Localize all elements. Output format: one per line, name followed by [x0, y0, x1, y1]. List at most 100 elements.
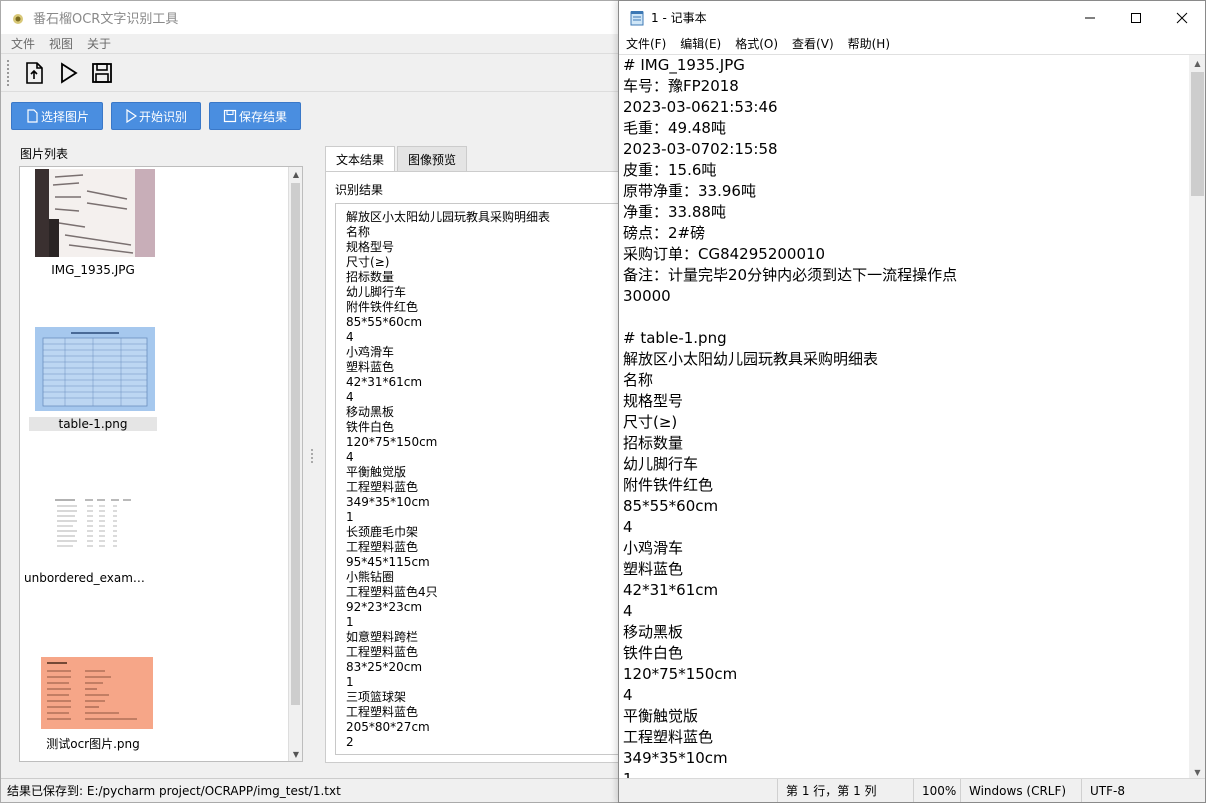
- notepad-text-line: 铁件白色: [623, 644, 684, 662]
- result-line: 附件铁件红色: [346, 300, 419, 314]
- menu-help[interactable]: 帮助(H): [848, 35, 890, 52]
- notepad-text-line: 附件铁件红色: [623, 476, 714, 494]
- scroll-up-arrow-icon[interactable]: ▲: [1189, 55, 1205, 72]
- menu-view[interactable]: 视图: [49, 35, 73, 52]
- result-line: 1: [346, 510, 354, 524]
- status-encoding: UTF-8: [1081, 778, 1205, 802]
- notepad-text-line: 30000: [623, 287, 671, 305]
- image-list-item[interactable]: 测试ocr图片.png: [29, 657, 157, 752]
- notepad-text-line: 磅点：2#磅: [623, 224, 706, 242]
- result-line: 尺寸(≥): [346, 255, 390, 269]
- menu-file[interactable]: 文件: [11, 35, 35, 52]
- notepad-text-line: 移动黑板: [623, 623, 684, 641]
- notepad-text-line: 毛重：49.48吨: [623, 119, 726, 137]
- image-list-scrollbar[interactable]: ▲ ▼: [288, 167, 302, 761]
- status-spacer: [619, 779, 777, 803]
- result-line: 349*35*10cm: [346, 495, 430, 509]
- close-button[interactable]: [1159, 1, 1205, 34]
- notepad-text-line: 招标数量: [623, 434, 684, 452]
- menu-view[interactable]: 查看(V): [792, 35, 834, 52]
- image-list-item-selected[interactable]: table-1.png: [29, 327, 157, 431]
- action-button-row: 选择图片 开始识别 保存结果: [11, 102, 309, 130]
- notepad-text-line: 车号：豫FP2018: [623, 77, 739, 95]
- notepad-status-bar: 第 1 行，第 1 列 100% Windows (CRLF) UTF-8: [619, 778, 1205, 803]
- notepad-text-line: # table-1.png: [623, 329, 727, 347]
- play-icon: [61, 61, 78, 84]
- close-icon: [1176, 12, 1188, 23]
- menu-format[interactable]: 格式(O): [735, 35, 778, 52]
- result-line: 平衡触觉版: [346, 465, 407, 479]
- save-tool-button[interactable]: [87, 58, 117, 88]
- play-icon: [126, 109, 137, 123]
- image-list-item[interactable]: unbordered_exampl...: [24, 485, 153, 585]
- image-list[interactable]: IMG_1935.JPG table-1.png unbordered_exam…: [19, 166, 303, 762]
- menu-file[interactable]: 文件(F): [626, 35, 666, 52]
- result-line: 95*45*115cm: [346, 555, 430, 569]
- notepad-text-line: 2023-03-0702:15:58: [623, 140, 778, 158]
- notepad-editor: # IMG_1935.JPG 车号：豫FP2018 2023-03-0621:53:…: [619, 54, 1205, 781]
- notepad-text-line: 幼儿脚行车: [623, 455, 699, 473]
- tab-text-result[interactable]: 文本结果: [325, 146, 396, 172]
- notepad-text-line: # IMG_1935.JPG: [623, 56, 745, 74]
- minimize-button[interactable]: [1067, 1, 1113, 34]
- menu-edit[interactable]: 编辑(E): [680, 35, 721, 52]
- save-result-button[interactable]: 保存结果: [209, 102, 301, 130]
- result-line: 工程塑料蓝色: [346, 480, 419, 494]
- notepad-text-line: 净重：33.88吨: [623, 203, 726, 221]
- notepad-text-line: [623, 307, 1189, 328]
- result-line: 85*55*60cm: [346, 315, 423, 329]
- notepad-text-line: 2023-03-0621:53:46: [623, 98, 778, 116]
- result-line: 92*23*23cm: [346, 600, 423, 614]
- notepad-text-line: 采购订单：CG84295200010: [623, 245, 826, 263]
- notepad-text-line: 备注：计量完毕20分钟内必须到达下一流程操作点: [623, 266, 958, 284]
- menu-about[interactable]: 关于: [87, 35, 111, 52]
- save-result-label: 保存结果: [238, 109, 287, 124]
- result-line: 招标数量: [346, 270, 395, 284]
- orange-list-thumbnail: [41, 657, 153, 729]
- notepad-scrollbar[interactable]: ▲ ▼: [1189, 55, 1205, 781]
- splitter-handle[interactable]: [311, 449, 317, 463]
- open-file-icon: [26, 61, 43, 84]
- scrollbar-thumb[interactable]: [291, 183, 300, 705]
- select-image-button[interactable]: 选择图片: [11, 102, 103, 130]
- scroll-down-arrow-icon[interactable]: ▼: [289, 747, 303, 761]
- result-line: 83*25*20cm: [346, 660, 423, 674]
- result-label: 识别结果: [335, 183, 384, 197]
- open-file-tool-button[interactable]: [19, 58, 49, 88]
- notepad-text-line: 工程塑料蓝色: [623, 728, 714, 746]
- result-line: 120*75*150cm: [346, 435, 438, 449]
- image-name: unbordered_exampl...: [24, 571, 152, 585]
- ocr-titlebar[interactable]: 番石榴OCR文字识别工具: [1, 1, 619, 34]
- result-line: 小熊钻圈: [346, 570, 395, 584]
- save-icon: [92, 62, 112, 83]
- image-list-label: 图片列表: [20, 147, 69, 161]
- toolbar-grip[interactable]: [7, 59, 11, 86]
- image-list-item[interactable]: IMG_1935.JPG: [29, 169, 157, 277]
- notepad-text-line: 85*55*60cm: [623, 497, 719, 515]
- notepad-icon: [630, 10, 644, 25]
- maximize-button[interactable]: [1113, 1, 1159, 34]
- receipt-photo-thumbnail: [35, 169, 155, 257]
- result-line: 如意塑料跨栏: [346, 630, 419, 644]
- notepad-text-line: 解放区小太阳幼儿园玩教具采购明细表: [623, 350, 879, 368]
- scrollbar-thumb[interactable]: [1191, 72, 1204, 196]
- result-line: 解放区小太阳幼儿园玩教具采购明细表: [346, 210, 551, 224]
- scroll-up-arrow-icon[interactable]: ▲: [289, 167, 303, 181]
- image-name: IMG_1935.JPG: [51, 263, 135, 277]
- start-recognition-button[interactable]: 开始识别: [111, 102, 201, 130]
- notepad-text-line: 小鸡滑车: [623, 539, 684, 557]
- result-text-area[interactable]: 解放区小太阳幼儿园玩教具采购明细表 名称 规格型号 尺寸(≥) 招标数量 幼儿脚行车 附件铁…: [335, 203, 619, 755]
- notepad-text-line: 4: [623, 602, 633, 620]
- notepad-text-line: 42*31*61cm: [623, 581, 719, 599]
- notepad-text-area[interactable]: # IMG_1935.JPG 车号：豫FP2018 2023-03-0621:53:…: [619, 55, 1189, 781]
- result-line: 工程塑料蓝色4只: [346, 585, 438, 599]
- start-tool-button[interactable]: [53, 58, 83, 88]
- notepad-titlebar[interactable]: 1 - 记事本: [619, 1, 1205, 34]
- notepad-text-line: 尺寸(≥): [623, 413, 678, 431]
- status-message: 结果已保存到: E:/pycharm project/OCRAPP/img_te…: [7, 784, 341, 798]
- result-line: 长颈鹿毛巾架: [346, 525, 419, 539]
- tab-image-preview[interactable]: 图像预览: [397, 146, 468, 172]
- notepad-window: 1 - 记事本 文件(F) 编辑(E) 格式(O) 查看(V) 帮助(H) # …: [618, 0, 1206, 803]
- status-line-ending: Windows (CRLF): [960, 778, 1081, 802]
- unbordered-table-thumbnail: [33, 485, 153, 565]
